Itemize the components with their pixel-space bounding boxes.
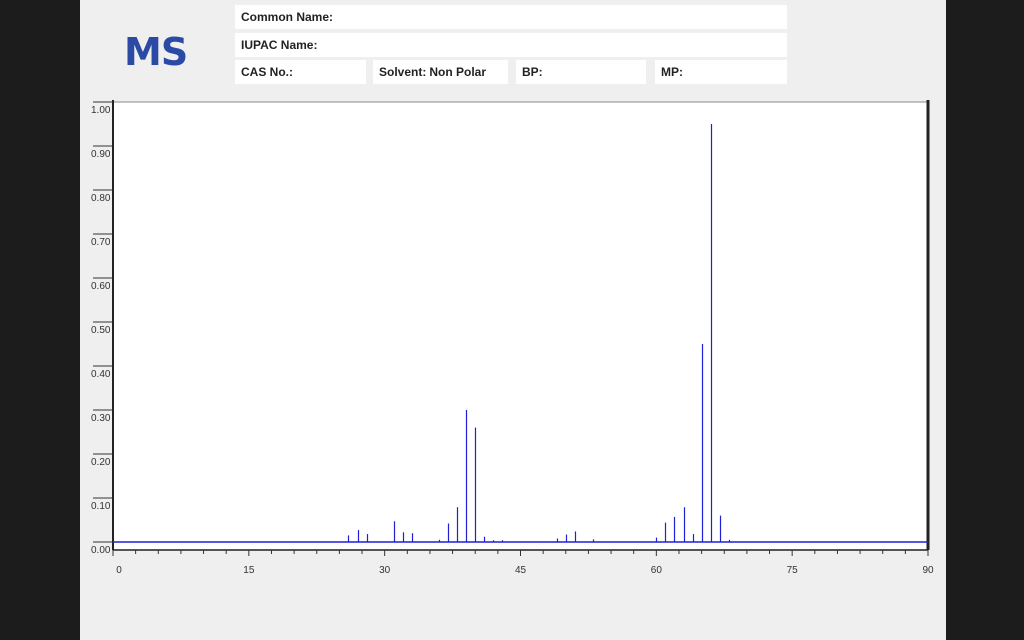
x-tick-label: 90 bbox=[922, 565, 934, 576]
y-tick-label: 0.60 bbox=[91, 281, 111, 292]
y-tick-label: 0.10 bbox=[91, 501, 111, 512]
x-tick-label: 45 bbox=[515, 565, 527, 576]
x-tick-label: 15 bbox=[243, 565, 255, 576]
y-tick-label: 1.00 bbox=[91, 105, 111, 116]
y-tick-label: 0.70 bbox=[91, 237, 111, 248]
y-tick-label: 0.50 bbox=[91, 325, 111, 336]
y-tick-label: 0.20 bbox=[91, 457, 111, 468]
x-tick-label: 75 bbox=[787, 565, 799, 576]
x-tick-label: 0 bbox=[116, 565, 122, 576]
x-tick-label: 60 bbox=[651, 565, 663, 576]
y-tick-label: 0.90 bbox=[91, 149, 111, 160]
y-tick-label: 0.30 bbox=[91, 413, 111, 424]
y-tick-label: 0.40 bbox=[91, 369, 111, 380]
x-tick-label: 30 bbox=[379, 565, 391, 576]
plot-area bbox=[113, 102, 928, 549]
y-tick-label: 0.00 bbox=[91, 545, 111, 556]
y-tick-label: 0.80 bbox=[91, 193, 111, 204]
mass-spectrum-chart: 0.00 0.10 0.20 0.30 0.40 0.50 0.60 0.70 0.80 0.90… bbox=[91, 100, 934, 576]
